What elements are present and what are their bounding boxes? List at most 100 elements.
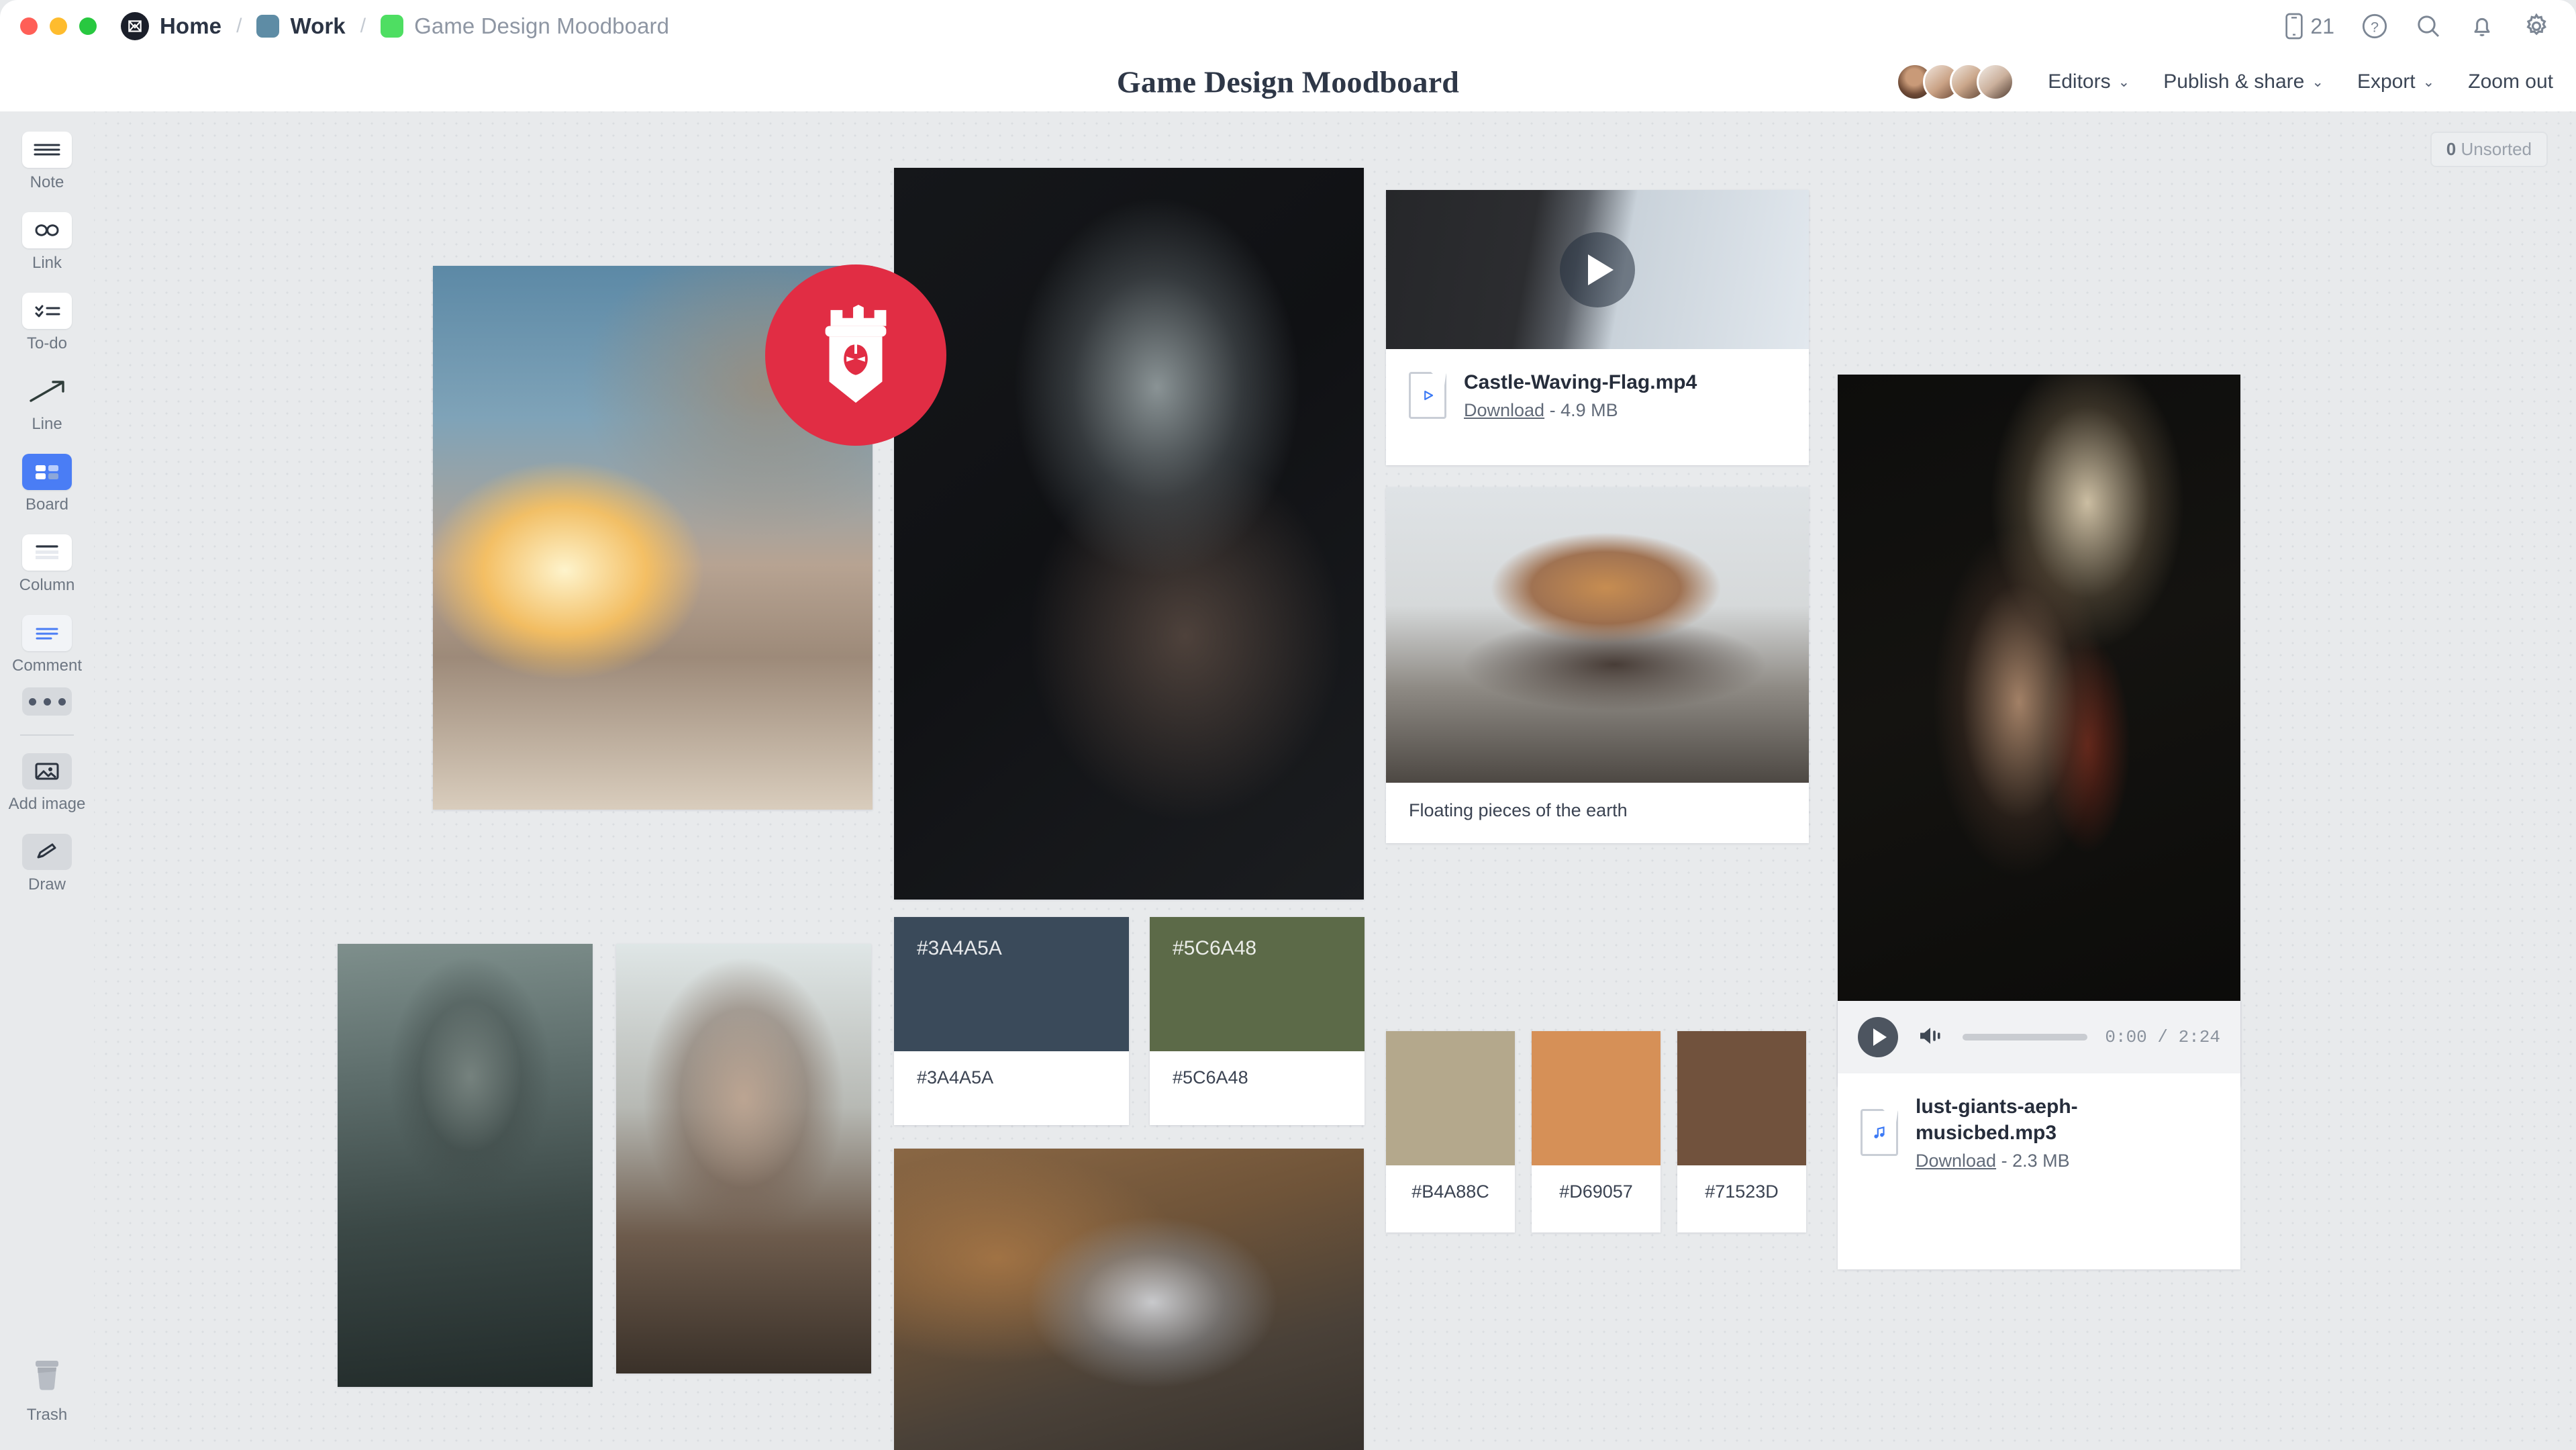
swatch-color-area — [1386, 1031, 1515, 1165]
sidebar-item-draw[interactable]: Draw — [0, 834, 94, 894]
unsorted-label: Unsorted — [2461, 139, 2532, 159]
sidebar-item-trash[interactable]: Trash — [0, 1357, 94, 1424]
breadcrumb-separator: / — [236, 15, 242, 37]
sidebar-item-board[interactable]: Board — [0, 454, 94, 514]
help-circle-icon[interactable]: ? — [2361, 13, 2388, 40]
publish-share-dropdown[interactable]: Publish & share ⌄ — [2163, 70, 2324, 93]
swatch-hex-overlay: #5C6A48 — [1173, 937, 1257, 959]
chevron-down-icon: ⌄ — [2312, 74, 2324, 90]
floating-rock-card[interactable]: Floating pieces of the earth — [1386, 487, 1809, 843]
publish-share-label: Publish & share — [2163, 70, 2305, 93]
warrior-queen-photo — [1838, 375, 2240, 1086]
blacksmith-image-card[interactable] — [894, 168, 1364, 900]
color-swatch-card[interactable]: #D69057 — [1532, 1031, 1661, 1232]
minimize-window-button[interactable] — [50, 17, 67, 35]
close-window-button[interactable] — [20, 17, 38, 35]
breadcrumb-item-work[interactable]: Work — [256, 13, 346, 39]
audio-file-card[interactable]: 0:00 / 2:24 lust-giants-aeph-musicbed.mp… — [1838, 1001, 2240, 1269]
play-triangle-icon[interactable] — [1560, 232, 1635, 307]
shield-knight-crest-icon[interactable] — [765, 264, 946, 446]
sidebar-label-trash: Trash — [26, 1406, 68, 1424]
sidebar-label-line: Line — [32, 415, 62, 433]
warrior-queen-image-card[interactable] — [1838, 375, 2240, 1086]
video-file-meta: Download - 4.9 MB — [1464, 400, 1697, 421]
sidebar-divider — [20, 734, 74, 736]
trash-icon — [27, 1357, 67, 1399]
pencil-draw-icon — [22, 834, 72, 870]
swatch-hex-label: #5C6A48 — [1173, 1067, 1248, 1088]
audio-progress-slider[interactable] — [1963, 1034, 2088, 1041]
breadcrumb-label-home: Home — [160, 13, 222, 38]
sidebar-label-add-image: Add image — [8, 795, 86, 813]
svg-text:?: ? — [2371, 18, 2379, 35]
floating-rock-caption: Floating pieces of the earth — [1409, 800, 1628, 820]
avatar[interactable] — [1977, 63, 2015, 101]
search-icon[interactable] — [2415, 13, 2442, 40]
sidebar-item-comment[interactable]: Comment — [0, 615, 94, 675]
sidebar-item-todo[interactable]: To-do — [0, 293, 94, 353]
traffic-lights — [20, 17, 97, 35]
hooded-knight-image-card[interactable] — [338, 944, 593, 1387]
export-dropdown[interactable]: Export ⌄ — [2357, 70, 2434, 93]
sidebar-item-column[interactable]: Column — [0, 534, 94, 595]
topbar-actions: 21 ? — [2285, 12, 2550, 40]
sidebar-label-comment: Comment — [11, 657, 83, 675]
mobile-app-count: 21 — [2310, 13, 2334, 38]
zoom-out-button[interactable]: Zoom out — [2468, 70, 2553, 93]
audio-player[interactable]: 0:00 / 2:24 — [1838, 1001, 2240, 1073]
board-canvas[interactable]: 0 Unsorted #3A4A5A #3A4A5A #5C6A48 #5C6A… — [94, 111, 2576, 1450]
breadcrumb-label-work: Work — [290, 13, 346, 38]
swatch-color-area: #3A4A5A — [894, 917, 1129, 1051]
castle-flag-video-thumbnail — [1386, 190, 1809, 349]
breadcrumb-item-home[interactable]: Home — [121, 12, 221, 40]
mobile-phone-icon — [2285, 13, 2303, 40]
chevron-down-icon: ⌄ — [2118, 74, 2130, 90]
audio-file-icon — [1861, 1109, 1898, 1156]
sidebar-item-note[interactable]: Note — [0, 132, 94, 192]
video-download-link[interactable]: Download — [1464, 400, 1544, 420]
swatch-color-area — [1677, 1031, 1806, 1165]
sidebar-label-note: Note — [30, 173, 64, 191]
video-file-icon — [1409, 371, 1446, 419]
comment-icon — [22, 615, 72, 651]
board-actions: Editors ⌄ Publish & share ⌄ Export ⌄ Zoo… — [1896, 63, 2553, 101]
sidebar-label-column: Column — [19, 576, 75, 594]
volume-icon[interactable] — [1916, 1024, 1945, 1051]
zoom-out-label: Zoom out — [2468, 70, 2553, 93]
bell-icon[interactable] — [2469, 13, 2495, 40]
play-triangle-icon[interactable] — [1858, 1017, 1898, 1057]
breadcrumb-item-board[interactable]: Game Design Moodboard — [381, 13, 669, 39]
swatch-hex-label: #71523D — [1705, 1181, 1779, 1202]
blacksmith-photo — [894, 168, 1364, 900]
sidebar-item-add-image[interactable]: Add image — [0, 753, 94, 814]
add-image-icon — [22, 753, 72, 789]
unsorted-badge[interactable]: 0 Unsorted — [2430, 132, 2548, 167]
video-file-row: Castle-Waving-Flag.mp4 Download - 4.9 MB — [1386, 349, 1809, 441]
breadcrumb-label-board: Game Design Moodboard — [414, 13, 670, 38]
swatch-hex-label: #D69057 — [1559, 1181, 1633, 1202]
breadcrumb-separator: / — [360, 15, 366, 37]
gear-icon[interactable] — [2522, 12, 2550, 40]
viking-helmet-image-card[interactable] — [894, 1149, 1364, 1450]
tool-sidebar: Note Link To-do Line Board Column Commen… — [0, 111, 94, 1450]
maximize-window-button[interactable] — [79, 17, 97, 35]
color-swatch-card[interactable]: #5C6A48 #5C6A48 — [1150, 917, 1365, 1125]
color-swatch-card[interactable]: #B4A88C — [1386, 1031, 1515, 1232]
editors-dropdown[interactable]: Editors ⌄ — [2048, 70, 2130, 93]
editor-avatars[interactable] — [1896, 63, 2015, 101]
color-swatch-card[interactable]: #71523D — [1677, 1031, 1806, 1232]
swatch-hex-label: #3A4A5A — [917, 1067, 994, 1088]
chevron-down-icon: ⌄ — [2422, 74, 2435, 90]
color-swatch-card[interactable]: #3A4A5A #3A4A5A — [894, 917, 1129, 1125]
sidebar-item-link[interactable]: Link — [0, 212, 94, 273]
sidebar-item-line[interactable]: Line — [0, 373, 94, 434]
audio-time-display: 0:00 / 2:24 — [2105, 1027, 2220, 1047]
more-ellipsis-icon — [22, 687, 72, 716]
audio-download-link[interactable]: Download — [1916, 1151, 1996, 1171]
sidebar-more-button[interactable] — [0, 687, 94, 716]
video-file-card[interactable]: Castle-Waving-Flag.mp4 Download - 4.9 MB — [1386, 190, 1809, 465]
audio-file-row: lust-giants-aeph-musicbed.mp3 Download -… — [1838, 1073, 2240, 1192]
mobile-app-button[interactable]: 21 — [2285, 13, 2334, 40]
dragon-figurehead-image-card[interactable] — [616, 944, 871, 1373]
swatch-hex-overlay: #3A4A5A — [917, 937, 1002, 959]
